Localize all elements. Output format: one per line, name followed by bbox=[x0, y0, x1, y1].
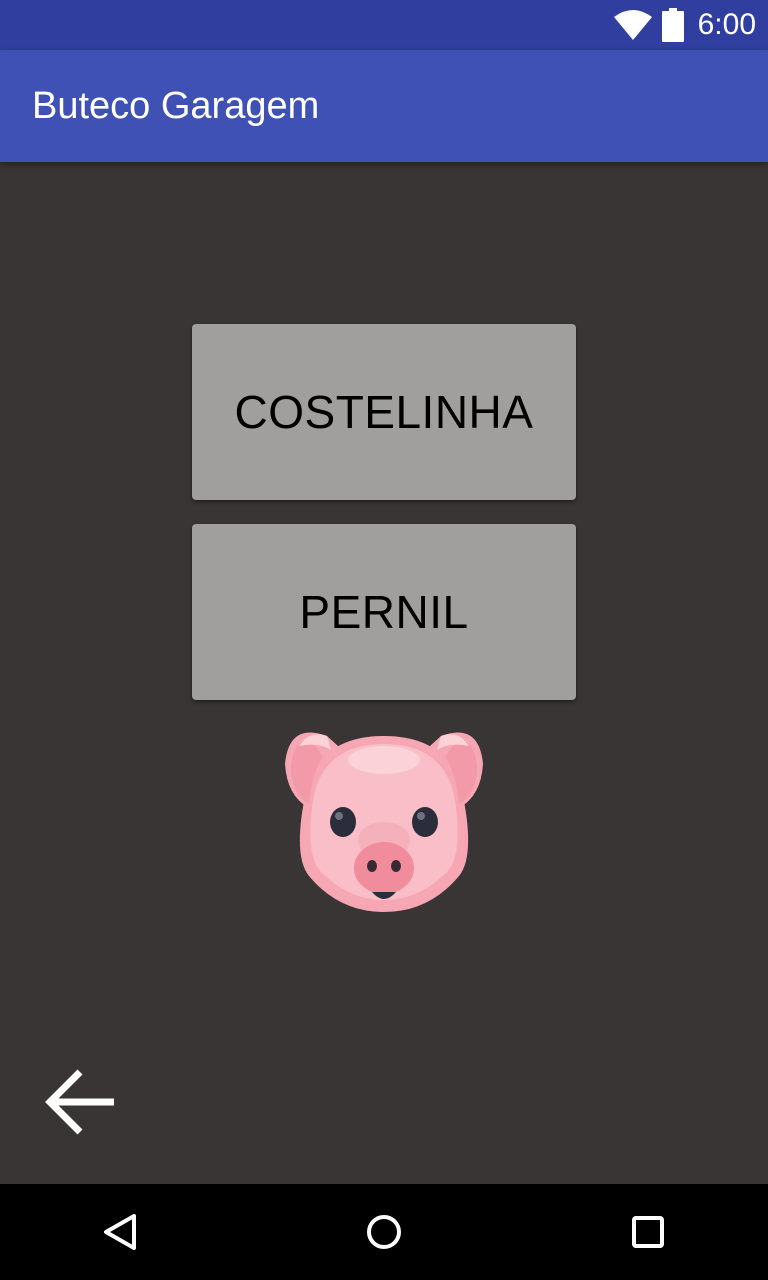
status-time: 6:00 bbox=[697, 8, 756, 41]
costelinha-button[interactable]: COSTELINHA bbox=[192, 324, 576, 500]
home-circle-icon bbox=[367, 1215, 401, 1249]
nav-bar bbox=[0, 1184, 768, 1280]
status-bar: 6:00 bbox=[0, 0, 768, 50]
nav-recents-button[interactable] bbox=[600, 1184, 696, 1280]
nav-home-button[interactable] bbox=[336, 1184, 432, 1280]
back-triangle-icon bbox=[104, 1214, 136, 1250]
nav-back-button[interactable] bbox=[72, 1184, 168, 1280]
recents-square-icon bbox=[632, 1216, 664, 1248]
pig-face-icon bbox=[285, 732, 483, 912]
wifi-icon bbox=[613, 10, 652, 40]
arrow-left-icon[interactable] bbox=[44, 1066, 120, 1138]
app-title: Buteco Garagem bbox=[32, 85, 320, 127]
screen: 6:00 Buteco Garagem COSTELINHA PERNIL bbox=[0, 0, 768, 1280]
pernil-button[interactable]: PERNIL bbox=[192, 524, 576, 700]
status-icons: 6:00 bbox=[613, 0, 756, 50]
battery-icon bbox=[661, 8, 684, 42]
app-bar: Buteco Garagem bbox=[0, 50, 768, 162]
